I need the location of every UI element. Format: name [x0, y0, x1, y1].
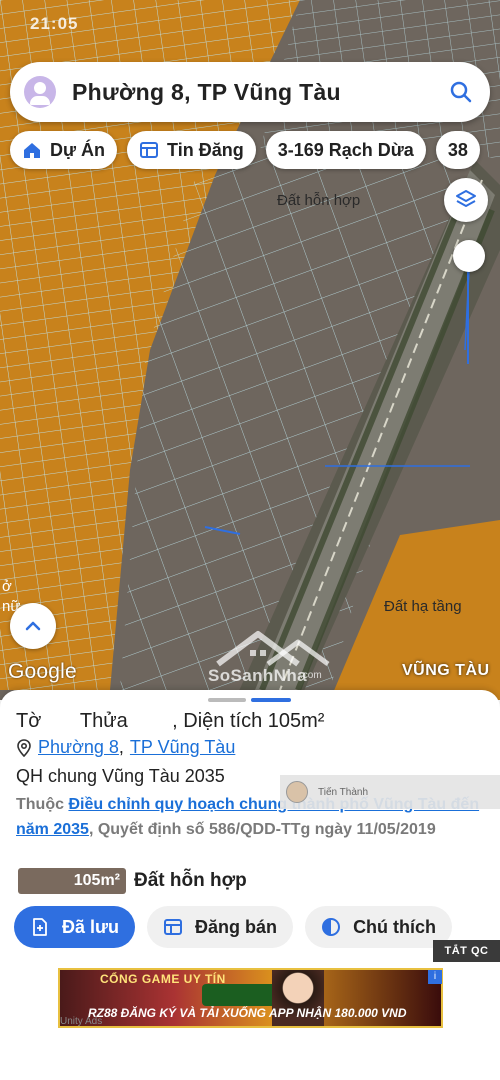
ad-subline: RZ88 ĐĂNG KÝ VÀ TẢI XUỐNG APP NHẬN 180.0… [88, 1006, 407, 1020]
ad-logo [202, 984, 282, 1006]
google-logo: Google [8, 660, 77, 683]
search-bar[interactable]: Phường 8, TP Vũng Tàu [10, 62, 490, 122]
chip-label: Dự Án [50, 139, 106, 160]
saved-icon [33, 918, 47, 936]
chip-label: 38 [447, 139, 468, 160]
ward-link[interactable]: Phường 8 [38, 737, 119, 758]
plan-prefix: Thuộc [16, 796, 69, 813]
chip-more[interactable]: 38 [435, 131, 480, 169]
address-separator: , [118, 737, 124, 757]
legend-label: Chú thích [353, 916, 437, 937]
opacity-slider-track[interactable] [467, 256, 469, 364]
home-icon [24, 143, 40, 158]
search-icon[interactable] [448, 79, 474, 105]
area-badge: 105m² [18, 868, 126, 894]
chip-tin-dang[interactable]: Tin Đăng [127, 131, 256, 169]
map-label-mixed-land: Đất hỗn hợp [277, 192, 361, 209]
watermark-sub: .com [300, 670, 322, 681]
layers-button[interactable] [444, 178, 488, 222]
land-use-label: Đất hỗn hợp [134, 870, 247, 891]
map-label-infrastructure: Đất hạ tầng [384, 598, 462, 615]
sell-button[interactable]: Đăng bán [147, 906, 294, 948]
saved-label: Đã lưu [62, 916, 120, 937]
city-label: VŨNG TÀU [402, 662, 490, 679]
chevron-up-icon [25, 621, 41, 631]
opacity-slider-knob[interactable] [453, 240, 485, 272]
legend-button[interactable]: Chú thích [305, 906, 453, 948]
avatar[interactable] [24, 76, 56, 108]
layers-icon [456, 190, 476, 207]
user-name: Tiến Thành [318, 786, 369, 798]
ad-banner[interactable]: CỔNG GAME UY TÍN RZ88 ĐĂNG KÝ VÀ TẢI XUỐ… [58, 968, 443, 1028]
chip-address[interactable]: 3-169 Rạch Dừa [265, 131, 426, 169]
user-watermark-tag: Tiến Thành [280, 775, 500, 809]
ad-close-button[interactable]: TẮT QC [433, 940, 500, 962]
chip-label: 3-169 Rạch Dừa [277, 139, 414, 160]
watermark-text: SoSanhNha [208, 666, 308, 685]
plan-title: QH chung Vũng Tàu 2035 [16, 766, 225, 786]
map-view[interactable]: 21:05 Phường 8, TP Vũng Tàu Dự Án Tin Đă… [0, 0, 500, 700]
location-pin-icon [17, 738, 31, 757]
user-avatar [286, 781, 308, 803]
chip-label: Tin Đăng [167, 139, 244, 160]
chip-du-an[interactable]: Dự Án [10, 131, 118, 169]
sell-label: Đăng bán [195, 916, 278, 937]
address-row: Phường 8 , TP Vũng Tàu [16, 737, 235, 758]
plan-suffix: , Quyết định số 586/QDD-TTg ngày 11/05/2… [88, 821, 436, 838]
city-link[interactable]: TP Vũng Tàu [130, 737, 235, 758]
legend-icon [322, 918, 341, 936]
ad-info-icon[interactable]: i [428, 970, 442, 984]
parcel-title: Tờ Thửa , Diện tích 105m² [16, 710, 325, 732]
filter-chips: Dự Án Tin Đăng 3-169 Rạch Dừa 38 [10, 131, 480, 169]
sheet-handle-active[interactable] [251, 698, 291, 702]
search-title[interactable]: Phường 8, TP Vũng Tàu [72, 79, 448, 106]
sell-icon [164, 919, 183, 935]
action-buttons: Đã lưu Đăng bán Chú thích [14, 906, 453, 948]
status-time: 21:05 [30, 14, 79, 33]
ad-network-label: Unity Ads [60, 1016, 103, 1027]
expand-up-button[interactable] [10, 603, 56, 649]
map-label-edge-1: ở [2, 578, 12, 595]
saved-button[interactable]: Đã lưu [14, 906, 136, 948]
listing-icon [140, 142, 159, 158]
sheet-handle[interactable] [208, 698, 246, 702]
